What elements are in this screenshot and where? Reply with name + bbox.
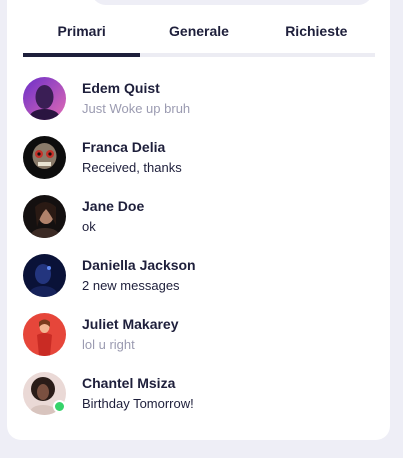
conversation-row-jane-doe[interactable]: Jane Doe ok	[23, 187, 375, 246]
contact-name: Daniella Jackson	[82, 256, 196, 273]
tab-primari[interactable]: Primari	[23, 16, 141, 57]
conversation-row-chantel-msiza[interactable]: Chantel Msiza Birthday Tomorrow!	[23, 364, 375, 423]
message-preview: Just Woke up bruh	[82, 100, 191, 116]
message-preview: ok	[82, 218, 96, 234]
tab-generale[interactable]: Generale	[140, 16, 257, 53]
avatar	[23, 254, 66, 297]
avatar-image	[23, 136, 66, 179]
search-bar-stub[interactable]	[91, 0, 373, 5]
contact-name: Chantel Msiza	[82, 374, 176, 391]
online-status-dot	[53, 400, 66, 413]
conversation-row-franca-delia[interactable]: Franca Delia Received, thanks	[23, 128, 375, 187]
avatar	[23, 313, 66, 356]
avatar	[23, 77, 66, 120]
message-preview: 2 new messages	[82, 277, 180, 293]
contact-name: Edem Quist	[82, 79, 160, 96]
tab-bar: Primari Generale Richieste	[23, 16, 375, 57]
contact-name: Juliet Makarey	[82, 315, 179, 332]
message-preview: lol u right	[82, 336, 135, 352]
message-preview: Birthday Tomorrow!	[82, 395, 194, 411]
conversation-row-daniella-jackson[interactable]: Daniella Jackson 2 new messages	[23, 246, 375, 305]
conversation-row-juliet-makarey[interactable]: Juliet Makarey lol u right	[23, 305, 375, 364]
avatar	[23, 195, 66, 238]
contact-name: Jane Doe	[82, 197, 145, 214]
contact-name: Franca Delia	[82, 138, 166, 155]
avatar-image	[23, 195, 66, 238]
conversation-row-edem-quist[interactable]: Edem Quist Just Woke up bruh	[23, 69, 375, 128]
message-preview: Received, thanks	[82, 159, 182, 175]
tab-richieste[interactable]: Richieste	[258, 16, 375, 53]
conversation-list: Edem Quist Just Woke up bruh Franca Deli…	[23, 69, 375, 423]
avatar	[23, 136, 66, 179]
avatar-image	[23, 77, 66, 120]
avatar-image	[23, 313, 66, 356]
avatar-image	[23, 254, 66, 297]
avatar	[23, 372, 66, 415]
